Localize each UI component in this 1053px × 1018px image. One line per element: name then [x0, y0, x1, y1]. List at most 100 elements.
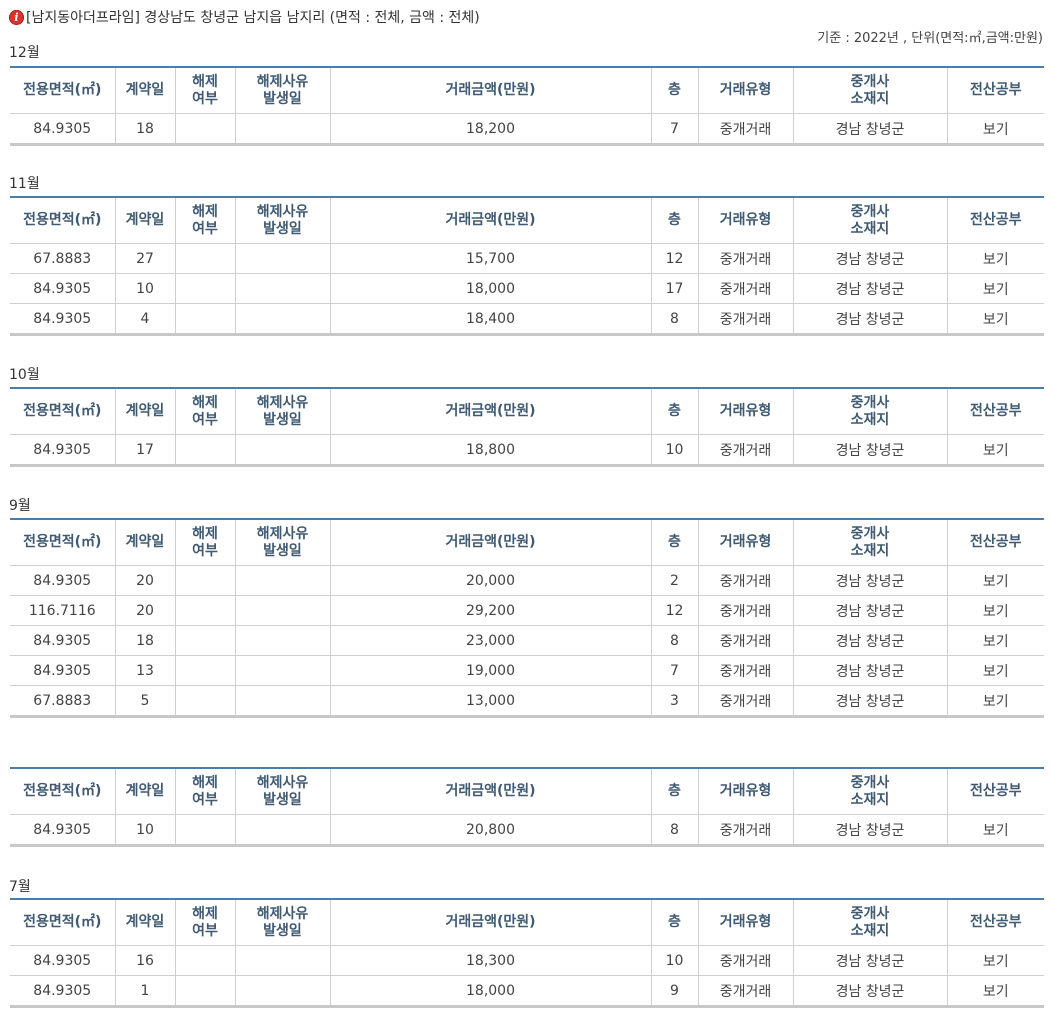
- floor-cell: 8: [650, 814, 698, 846]
- table-row: 84.9305 1 18,000 9 중개거래 경남 창녕군 보기: [10, 975, 1044, 1007]
- col-cancel-reason-date-header-text: 해제사유: [256, 774, 309, 791]
- agent-location-cell: 경남 창녕군: [792, 655, 947, 686]
- col-price-header-text: 거래금액(만원): [445, 534, 536, 550]
- registry-view-link[interactable]: 보기: [946, 945, 1044, 976]
- col-area-header-text: 전용면적(㎡): [23, 82, 102, 98]
- transaction-table: 전용면적(㎡) 계약일 해제 여부 해제사유 발생일 거래금액(만원) 층 거래유형 중개사 소재지…: [10, 767, 1044, 847]
- registry-view-link[interactable]: 보기: [946, 685, 1044, 717]
- col-registry-header-text: 전산공부: [969, 212, 1022, 228]
- col-contract-day-header-text: 계약일: [125, 783, 165, 799]
- agent-location-cell: 경남 창녕군: [792, 685, 947, 717]
- cancel-reason-date-cell: [234, 434, 330, 466]
- deal-type-cell: 중개거래: [697, 625, 793, 656]
- registry-view-link[interactable]: 보기: [946, 303, 1044, 335]
- month-label: 11월: [9, 176, 40, 192]
- registry-view-link[interactable]: 보기: [946, 113, 1044, 145]
- page-title: [남지동아더프라임] 경상남도 창녕군 남지읍 남지리 (면적 : 전체, 금액…: [26, 10, 480, 26]
- col-price-header: 거래금액(만원): [329, 768, 651, 815]
- col-area-header: 전용면적(㎡): [10, 67, 115, 114]
- floor-cell: 10: [650, 434, 698, 466]
- agent-location-cell: 경남 창녕군: [792, 975, 947, 1007]
- contract-day-cell: 16: [114, 945, 175, 976]
- deal-type-cell: 중개거래: [697, 113, 793, 145]
- cancel-cell: [174, 655, 235, 686]
- col-price-header-text: 거래금액(만원): [445, 82, 536, 98]
- month-label: 10월: [9, 367, 40, 383]
- deal-type-cell: 중개거래: [697, 434, 793, 466]
- floor-cell: 7: [650, 113, 698, 145]
- table-row: 84.9305 13 19,000 7 중개거래 경남 창녕군 보기: [10, 655, 1044, 686]
- area-cell: 84.9305: [10, 814, 115, 846]
- col-registry-header: 전산공부: [946, 67, 1044, 114]
- col-cancel-reason-date-header-text: 발생일: [263, 922, 302, 939]
- contract-day-cell: 10: [114, 814, 175, 846]
- col-cancel-reason-date-header-text: 발생일: [263, 411, 302, 428]
- registry-view-link[interactable]: 보기: [946, 565, 1044, 596]
- transaction-table: 전용면적(㎡) 계약일 해제 여부 해제사유 발생일 거래금액(만원) 층 거래유형 중개사 소재지…: [10, 898, 1044, 1008]
- col-contract-day-header: 계약일: [114, 388, 175, 435]
- col-cancel-header-text: 해제: [192, 394, 218, 411]
- cancel-cell: [174, 975, 235, 1007]
- col-floor-header: 층: [650, 67, 698, 114]
- agent-location-cell: 경남 창녕군: [792, 595, 947, 626]
- contract-day-cell: 20: [114, 565, 175, 596]
- month-label: 7월: [9, 879, 31, 895]
- col-price-header: 거래금액(만원): [329, 519, 651, 566]
- table-row: 116.7116 20 29,200 12 중개거래 경남 창녕군 보기: [10, 595, 1044, 626]
- registry-view-link[interactable]: 보기: [946, 625, 1044, 656]
- col-agent-location-header: 중개사 소재지: [792, 519, 947, 566]
- cancel-reason-date-cell: [234, 625, 330, 656]
- deal-type-cell: 중개거래: [697, 243, 793, 274]
- col-cancel-reason-date-header-text: 발생일: [263, 542, 302, 559]
- col-price-header: 거래금액(만원): [329, 388, 651, 435]
- cancel-cell: [174, 113, 235, 145]
- contract-day-cell: 5: [114, 685, 175, 717]
- col-contract-day-header: 계약일: [114, 67, 175, 114]
- col-cancel-header-text: 여부: [192, 90, 218, 107]
- col-floor-header-text: 층: [668, 914, 681, 930]
- col-cancel-header-text: 여부: [192, 411, 218, 428]
- area-cell: 67.8883: [10, 685, 115, 717]
- agent-location-cell: 경남 창녕군: [792, 273, 947, 304]
- col-cancel-header: 해제 여부: [174, 519, 235, 566]
- month-label: 9월: [9, 498, 31, 514]
- col-floor-header-text: 층: [668, 534, 681, 550]
- col-registry-header: 전산공부: [946, 519, 1044, 566]
- cancel-reason-date-cell: [234, 945, 330, 976]
- area-cell: 84.9305: [10, 975, 115, 1007]
- registry-view-link[interactable]: 보기: [946, 655, 1044, 686]
- registry-view-link[interactable]: 보기: [946, 243, 1044, 274]
- registry-view-link[interactable]: 보기: [946, 273, 1044, 304]
- col-agent-location-header: 중개사 소재지: [792, 197, 947, 244]
- deal-type-cell: 중개거래: [697, 945, 793, 976]
- cancel-reason-date-cell: [234, 243, 330, 274]
- floor-cell: 17: [650, 273, 698, 304]
- registry-view-link[interactable]: 보기: [946, 975, 1044, 1007]
- col-agent-location-header: 중개사 소재지: [792, 67, 947, 114]
- area-cell: 84.9305: [10, 945, 115, 976]
- table-row: 84.9305 18 18,200 7 중개거래 경남 창녕군 보기: [10, 113, 1044, 145]
- col-floor-header-text: 층: [668, 82, 681, 98]
- col-agent-location-header-text: 소재지: [850, 922, 890, 939]
- agent-location-cell: 경남 창녕군: [792, 945, 947, 976]
- agent-location-cell: 경남 창녕군: [792, 814, 947, 846]
- col-cancel-reason-date-header-text: 해제사유: [256, 394, 309, 411]
- col-cancel-header: 해제 여부: [174, 67, 235, 114]
- transaction-table: 전용면적(㎡) 계약일 해제 여부 해제사유 발생일 거래금액(만원) 층 거래유형 중개사 소재지…: [10, 196, 1044, 336]
- col-registry-header-text: 전산공부: [969, 783, 1022, 799]
- registry-view-link[interactable]: 보기: [946, 814, 1044, 846]
- col-price-header: 거래금액(만원): [329, 67, 651, 114]
- table-row: 84.9305 18 23,000 8 중개거래 경남 창녕군 보기: [10, 625, 1044, 656]
- cancel-reason-date-cell: [234, 814, 330, 846]
- table-row: 84.9305 17 18,800 10 중개거래 경남 창녕군 보기: [10, 434, 1044, 466]
- registry-view-link[interactable]: 보기: [946, 595, 1044, 626]
- col-area-header-text: 전용면적(㎡): [23, 534, 102, 550]
- col-agent-location-header-text: 중개사: [850, 394, 890, 411]
- contract-day-cell: 20: [114, 595, 175, 626]
- unit-basis-note: 기준 : 2022년 , 단위(면적:㎡,금액:만원): [817, 31, 1043, 46]
- col-price-header-text: 거래금액(만원): [445, 783, 536, 799]
- col-cancel-reason-date-header-text: 발생일: [263, 90, 302, 107]
- cancel-cell: [174, 565, 235, 596]
- transaction-table: 전용면적(㎡) 계약일 해제 여부 해제사유 발생일 거래금액(만원) 층 거래유형 중개사 소재지…: [10, 518, 1044, 718]
- registry-view-link[interactable]: 보기: [946, 434, 1044, 466]
